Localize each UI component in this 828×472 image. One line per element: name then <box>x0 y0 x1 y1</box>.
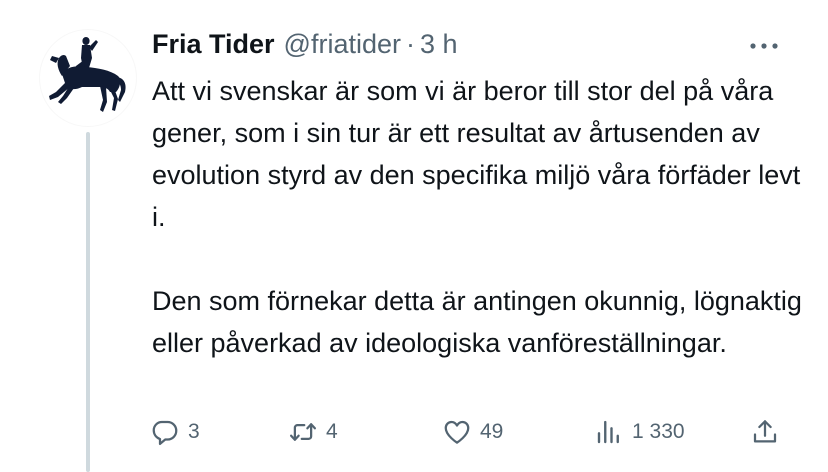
share-button[interactable] <box>750 410 780 454</box>
share-icon <box>753 420 777 443</box>
views-button[interactable]: 1 330 <box>594 410 685 454</box>
avatar[interactable] <box>40 30 136 126</box>
tweet-header: Fria Tider @friatider · 3 h <box>152 22 458 66</box>
tweet-timestamp[interactable]: 3 h <box>420 29 458 60</box>
tweet-text: Att vi svenskar är som vi är beror till … <box>152 70 802 364</box>
separator-dot: · <box>406 28 415 59</box>
retweet-button[interactable]: 4 <box>288 410 338 454</box>
action-bar: 3 4 49 1 330 <box>150 410 790 454</box>
reply-count: 3 <box>188 420 200 443</box>
views-count: 1 330 <box>632 420 685 443</box>
views-chart-icon <box>597 420 619 444</box>
author-name[interactable]: Fria Tider <box>152 29 275 60</box>
tweet-paragraph: Att vi svenskar är som vi är beror till … <box>152 76 801 232</box>
tweet-paragraph: Den som förnekar detta är antingen okunn… <box>152 286 802 358</box>
more-horizontal-icon <box>750 43 778 49</box>
retweet-icon <box>290 423 316 441</box>
like-button[interactable]: 49 <box>442 410 503 454</box>
thread-line <box>86 132 90 472</box>
reply-button[interactable]: 3 <box>150 410 200 454</box>
tweet[interactable]: Fria Tider @friatider · 3 h Att vi svens… <box>0 0 828 472</box>
retweet-count: 4 <box>326 420 338 443</box>
more-options-button[interactable] <box>744 36 784 56</box>
heart-icon <box>444 420 470 444</box>
equestrian-statue-icon <box>49 37 126 112</box>
like-count: 49 <box>480 420 504 443</box>
author-handle[interactable]: @friatider <box>284 29 401 60</box>
reply-icon <box>152 420 178 445</box>
